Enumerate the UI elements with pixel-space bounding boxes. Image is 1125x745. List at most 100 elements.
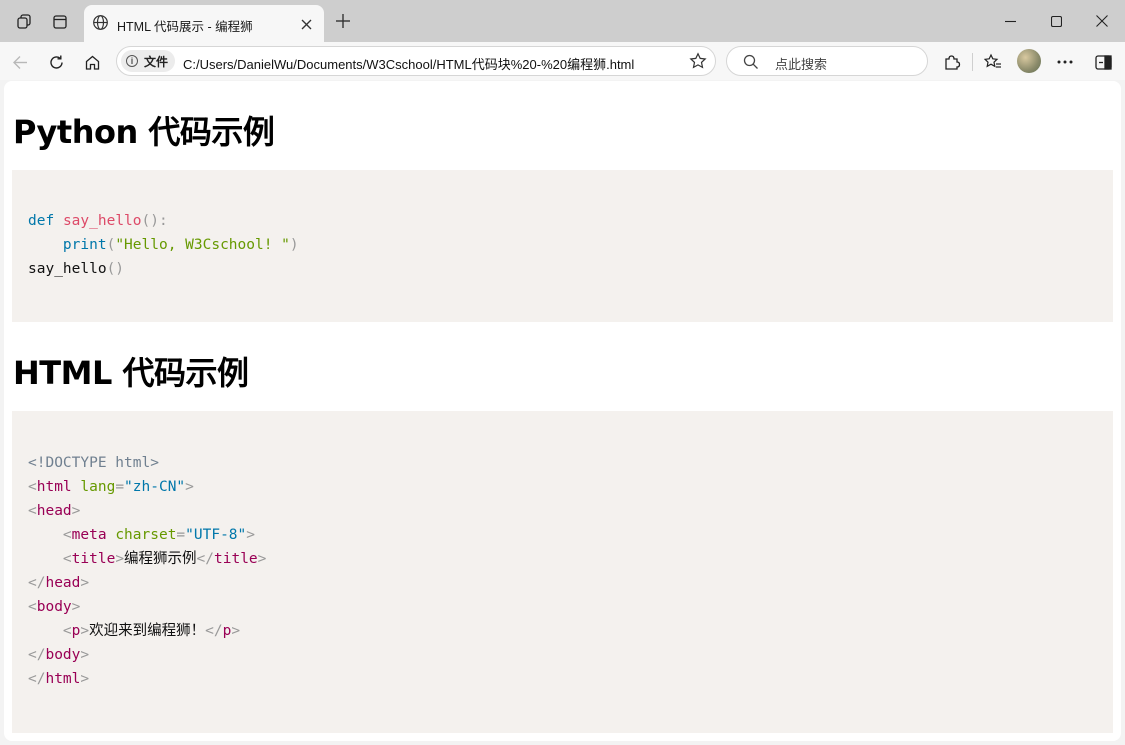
code-attr-value: "UTF-8" [185,527,247,543]
add-favorite-icon[interactable] [689,52,707,70]
python-code-block: def say_hello(): print("Hello, W3Cschool… [12,170,1113,322]
code-line: <title>编程狮示例</title> [28,547,1097,571]
code-punctuation: (): [141,213,168,229]
code-punctuation: </ [28,671,46,687]
tab-title: HTML 代码展示 - 编程狮 [117,20,253,34]
code-keyword: def [28,213,55,229]
code-punctuation: > [80,575,90,591]
code-punctuation: > [257,551,267,567]
code-text: 编程狮示例 [124,551,197,567]
code-attr-value: "zh-CN" [124,479,186,495]
code-punctuation: = [176,527,186,543]
code-tag: head [36,503,72,519]
code-punctuation: < [62,623,72,639]
code-call: say_hello [28,261,107,277]
close-tab-icon[interactable] [296,14,316,34]
code-punctuation: </ [28,647,46,663]
toolbar-divider [972,53,973,71]
new-tab-button[interactable] [332,10,354,32]
tab-active[interactable]: HTML 代码展示 - 编程狮 [84,5,324,42]
code-punctuation: > [80,671,90,687]
address-bar[interactable]: i 文件 C:/Users/DanielWu/Documents/W3Cscho… [116,46,716,76]
code-string: "Hello, W3Cschool! " [115,237,290,253]
code-punctuation: > [231,623,241,639]
code-line: say_hello() [28,257,1097,281]
code-punctuation: = [115,479,125,495]
code-punctuation: > [115,551,125,567]
code-punctuation: > [246,527,255,543]
back-button[interactable] [7,49,33,75]
tab-bar: HTML 代码展示 - 编程狮 [0,0,1125,42]
code-line: <!DOCTYPE html> [28,451,1097,475]
code-tag: body [45,647,81,663]
code-tag: body [36,599,72,615]
globe-icon [92,14,109,36]
code-tag: html [36,479,72,495]
code-tag: title [214,551,258,567]
code-punctuation: < [28,599,37,615]
html-code-block: <!DOCTYPE html> <html lang="zh-CN"> <hea… [12,411,1113,733]
code-line: <body> [28,595,1097,619]
code-attr-name: lang [80,479,116,495]
close-window-button[interactable] [1087,8,1117,34]
search-box[interactable]: 点此搜索 [726,46,928,76]
code-function: say_hello [62,213,142,229]
code-tag: head [45,575,81,591]
file-label: 文件 [144,54,169,69]
code-punctuation: </ [205,623,223,639]
site-info-button[interactable]: i 文件 [121,50,175,72]
code-line: print("Hello, W3Cschool! ") [28,233,1097,257]
home-button[interactable] [79,49,105,75]
code-line: <html lang="zh-CN"> [28,475,1097,499]
code-line: <meta charset="UTF-8"> [28,523,1097,547]
code-line: </body> [28,643,1097,667]
sidebar-toggle-icon[interactable] [1090,49,1116,75]
refresh-button[interactable] [43,49,69,75]
code-tag: title [71,551,116,567]
code-line: <p>欢迎来到编程狮！</p> [28,619,1097,643]
code-punctuation: </ [28,575,46,591]
code-punctuation: > [71,599,81,615]
more-options-icon[interactable] [1052,49,1078,75]
heading-python: Python 代码示例 [13,113,275,151]
code-punctuation: > [185,479,194,495]
code-line: </html> [28,667,1097,691]
code-punctuation: ) [289,237,299,253]
tab-actions-icon[interactable] [47,9,73,35]
toolbar: i 文件 C:/Users/DanielWu/Documents/W3Cscho… [0,42,1125,80]
url-text[interactable]: C:/Users/DanielWu/Documents/W3Cschool/HT… [183,54,634,73]
extensions-icon[interactable] [939,49,965,75]
heading-html: HTML 代码示例 [13,354,249,392]
code-punctuation: < [62,527,72,543]
code-punctuation: </ [196,551,215,567]
code-doctype: <!DOCTYPE html> [28,455,159,471]
workspaces-icon[interactable] [11,9,37,35]
maximize-button[interactable] [1041,8,1071,34]
code-builtin: print [62,237,107,253]
code-text: 欢迎来到编程狮！ [89,623,206,639]
code-punctuation: < [62,551,72,567]
code-punctuation: > [80,647,90,663]
code-punctuation: < [28,479,37,495]
avatar[interactable] [1017,49,1041,73]
code-punctuation: ( [106,237,116,253]
favorites-icon[interactable] [980,49,1006,75]
page-content: Python 代码示例 def say_hello(): print("Hell… [4,81,1121,741]
code-punctuation: () [106,261,125,277]
code-attr-name: charset [115,527,177,543]
search-placeholder: 点此搜索 [775,57,828,72]
code-tag: meta [71,527,107,543]
code-line: def say_hello(): [28,209,1097,233]
code-punctuation: > [71,503,81,519]
code-punctuation: < [28,503,37,519]
code-line: <head> [28,499,1097,523]
browser-window: HTML 代码展示 - 编程狮 i 文件 C:/Users/DanielWu/D… [0,0,1125,745]
search-icon [743,54,759,75]
code-tag: html [45,671,81,687]
minimize-button[interactable] [995,8,1025,34]
code-line: </head> [28,571,1097,595]
